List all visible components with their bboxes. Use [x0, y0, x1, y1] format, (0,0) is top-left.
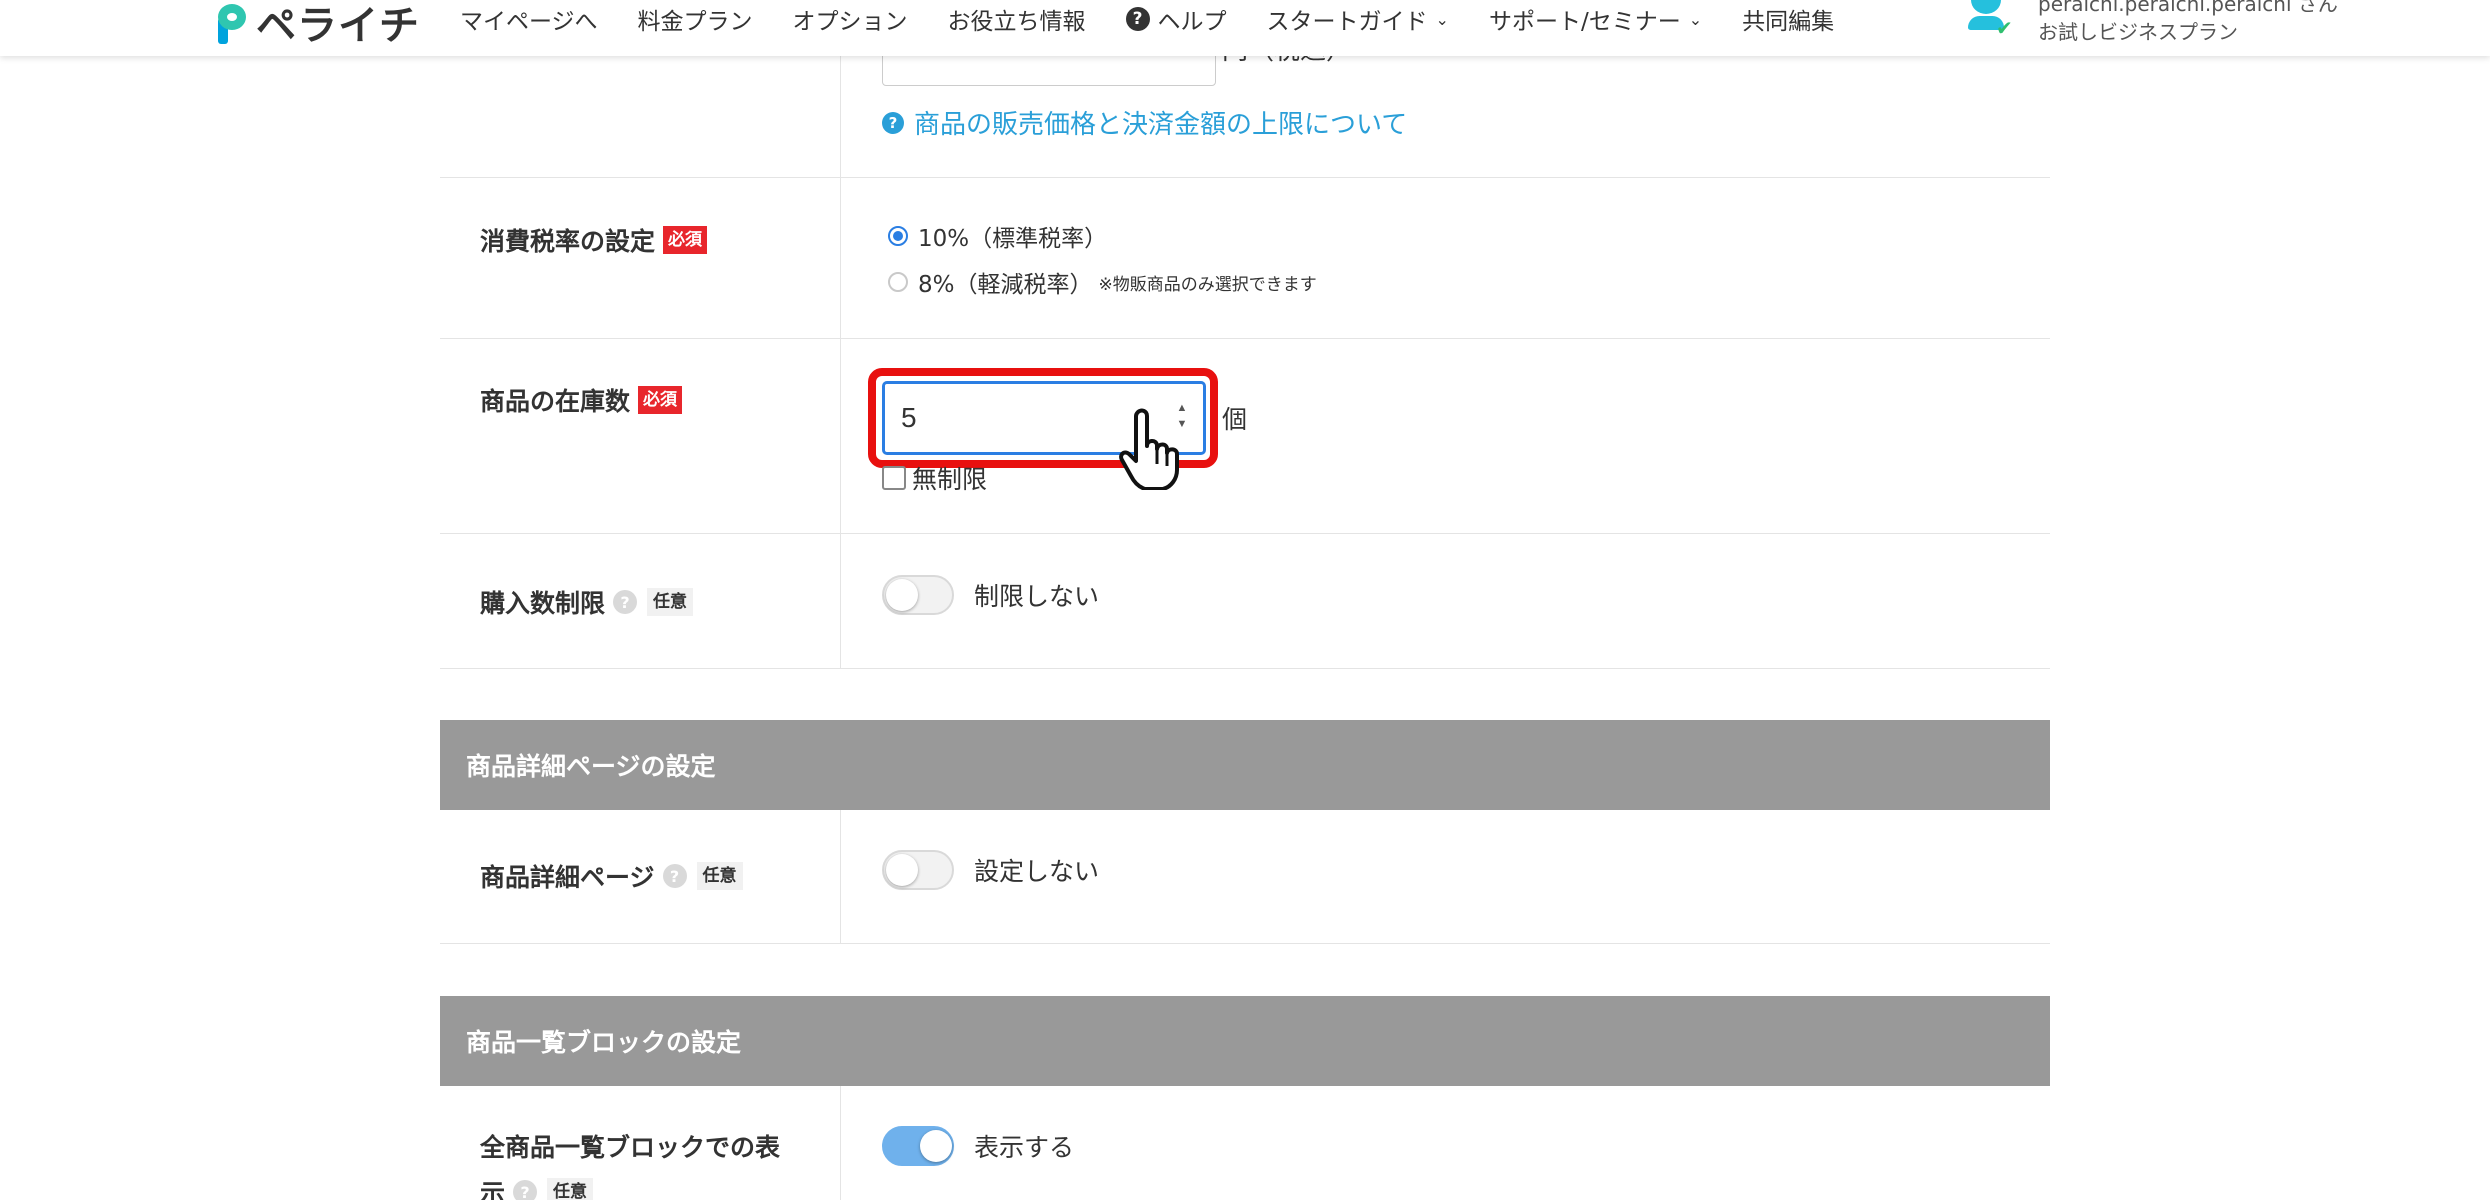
- radio-unselected[interactable]: [888, 272, 908, 292]
- stock-unlimited-checkbox[interactable]: 無制限: [882, 460, 987, 496]
- avatar: ✔: [1966, 0, 2013, 42]
- checkbox-unchecked[interactable]: [882, 466, 906, 490]
- list-display-toggle[interactable]: [882, 1126, 954, 1166]
- help-circle-icon[interactable]: ?: [613, 590, 638, 614]
- tax-option-8[interactable]: 8%（軽減税率） ※物販商品のみ選択できます: [888, 265, 1317, 299]
- tax-rate-label-text: 消費税率の設定: [480, 227, 656, 256]
- list-display-toggle-text: 表示する: [974, 1133, 1075, 1162]
- user-name: peraichi.peraichi.peraichi さん: [2038, 0, 2338, 16]
- column-divider: [840, 810, 841, 944]
- nav-options-label: オプション: [792, 9, 908, 35]
- row-divider: [440, 338, 2050, 339]
- stock-unit: 個: [1222, 405, 1248, 434]
- user-plan: お試しビジネスプラン: [2038, 20, 2238, 44]
- list-display-label-text-2: 示: [480, 1179, 506, 1200]
- nav-useful-info[interactable]: お役立ち情報: [948, 2, 1086, 36]
- peraichi-logo-icon: [214, 4, 248, 44]
- chevron-down-icon: ⌄: [1435, 9, 1449, 29]
- required-badge: 必須: [638, 385, 683, 415]
- nav-support-seminar[interactable]: サポート/セミナー ⌄: [1489, 2, 1702, 36]
- product-settings-form: 3000 円（税込） ? 商品の販売価格と決済金額の上限について 消費税率の設定…: [440, 0, 2050, 1200]
- nav-start-guide-label: スタートガイド: [1266, 9, 1428, 35]
- optional-badge: 任意: [647, 587, 694, 617]
- detail-page-toggle-row[interactable]: 設定しない: [882, 850, 1099, 890]
- detail-page-toggle[interactable]: [882, 850, 954, 890]
- section-title-list-block: 商品一覧ブロックの設定: [466, 1028, 742, 1057]
- stock-label-text: 商品の在庫数: [480, 387, 631, 416]
- price-limit-info-text: 商品の販売価格と決済金額の上限について: [914, 110, 1408, 140]
- pointer-hand-icon: [1119, 408, 1179, 490]
- purchase-limit-toggle[interactable]: [882, 575, 954, 615]
- nav-help-label: ヘルプ: [1157, 9, 1227, 35]
- help-circle-icon[interactable]: ?: [513, 1180, 538, 1200]
- purchase-limit-toggle-row[interactable]: 制限しない: [882, 575, 1099, 615]
- nav-mypage[interactable]: マイページへ: [460, 2, 598, 36]
- nav-co-editing-label: 共同編集: [1742, 9, 1835, 35]
- help-circle-icon[interactable]: ?: [662, 864, 687, 888]
- detail-page-toggle-text: 設定しない: [974, 857, 1100, 886]
- row-divider: [440, 533, 2050, 534]
- row-divider: [440, 943, 2050, 944]
- peraichi-logo[interactable]: ペライチ: [214, 0, 420, 50]
- nav-help[interactable]: ? ヘルプ: [1125, 2, 1227, 36]
- detail-page-label: 商品詳細ページ ? 任意: [480, 858, 743, 894]
- purchase-limit-label-text: 購入数制限: [480, 589, 606, 618]
- nav-start-guide[interactable]: スタートガイド ⌄: [1267, 2, 1449, 36]
- chevron-down-icon: ⌄: [1688, 9, 1703, 29]
- row-divider: [440, 177, 2050, 178]
- stock-label: 商品の在庫数 必須: [480, 382, 683, 418]
- column-divider: [840, 1086, 841, 1200]
- purchase-limit-toggle-text: 制限しない: [974, 582, 1100, 611]
- tax-rate-label: 消費税率の設定 必須: [480, 222, 708, 258]
- row-divider: [440, 668, 2050, 669]
- nav-pricing-label: 料金プラン: [637, 9, 753, 35]
- tax-option-10[interactable]: 10%（標準税率）: [888, 219, 1107, 253]
- section-header-detail-page: 商品詳細ページの設定: [440, 720, 2050, 810]
- nav-useful-info-label: お役立ち情報: [947, 9, 1086, 35]
- list-display-toggle-row[interactable]: 表示する: [882, 1126, 1074, 1166]
- list-display-label-line2: 示 ? 任意: [480, 1174, 594, 1200]
- stock-unlimited-label: 無制限: [912, 465, 988, 494]
- section-header-list-block: 商品一覧ブロックの設定: [440, 996, 2050, 1086]
- tax-option-10-label: 10%（標準税率）: [918, 226, 1108, 252]
- list-display-label-line1: 全商品一覧ブロックでの表: [480, 1128, 780, 1164]
- section-title-detail-page: 商品詳細ページの設定: [466, 752, 716, 781]
- question-circle-icon: ?: [1125, 7, 1150, 31]
- stock-quantity-value: 5: [901, 402, 917, 433]
- tax-option-8-note: ※物販商品のみ選択できます: [1098, 274, 1317, 295]
- optional-badge: 任意: [547, 1177, 594, 1200]
- list-display-label-text: 全商品一覧ブロックでの表: [480, 1133, 781, 1162]
- top-header: ペライチ マイページへ 料金プラン オプション お役立ち情報 ? ヘルプ スター…: [0, 0, 2490, 56]
- required-badge: 必須: [663, 225, 708, 255]
- purchase-limit-label: 購入数制限 ? 任意: [480, 584, 694, 620]
- nav-co-editing[interactable]: 共同編集: [1742, 2, 1834, 36]
- nav-support-seminar-label: サポート/セミナー: [1488, 9, 1681, 35]
- optional-badge: 任意: [696, 861, 743, 891]
- detail-page-label-text: 商品詳細ページ: [480, 863, 655, 892]
- main-nav: マイページへ 料金プラン オプション お役立ち情報 ? ヘルプ スタートガイド …: [460, 0, 1874, 38]
- checkmark-icon: ✔: [1996, 16, 2013, 40]
- question-circle-icon: ?: [882, 111, 904, 134]
- radio-selected[interactable]: [888, 226, 908, 246]
- column-divider: [840, 0, 841, 668]
- price-limit-info-link[interactable]: ? 商品の販売価格と決済金額の上限について: [882, 104, 1407, 141]
- nav-options[interactable]: オプション: [793, 2, 908, 36]
- nav-pricing[interactable]: 料金プラン: [638, 2, 753, 36]
- logo-text: ペライチ: [256, 3, 420, 49]
- tax-option-8-label: 8%（軽減税率）: [918, 272, 1093, 298]
- nav-mypage-label: マイページへ: [460, 9, 598, 35]
